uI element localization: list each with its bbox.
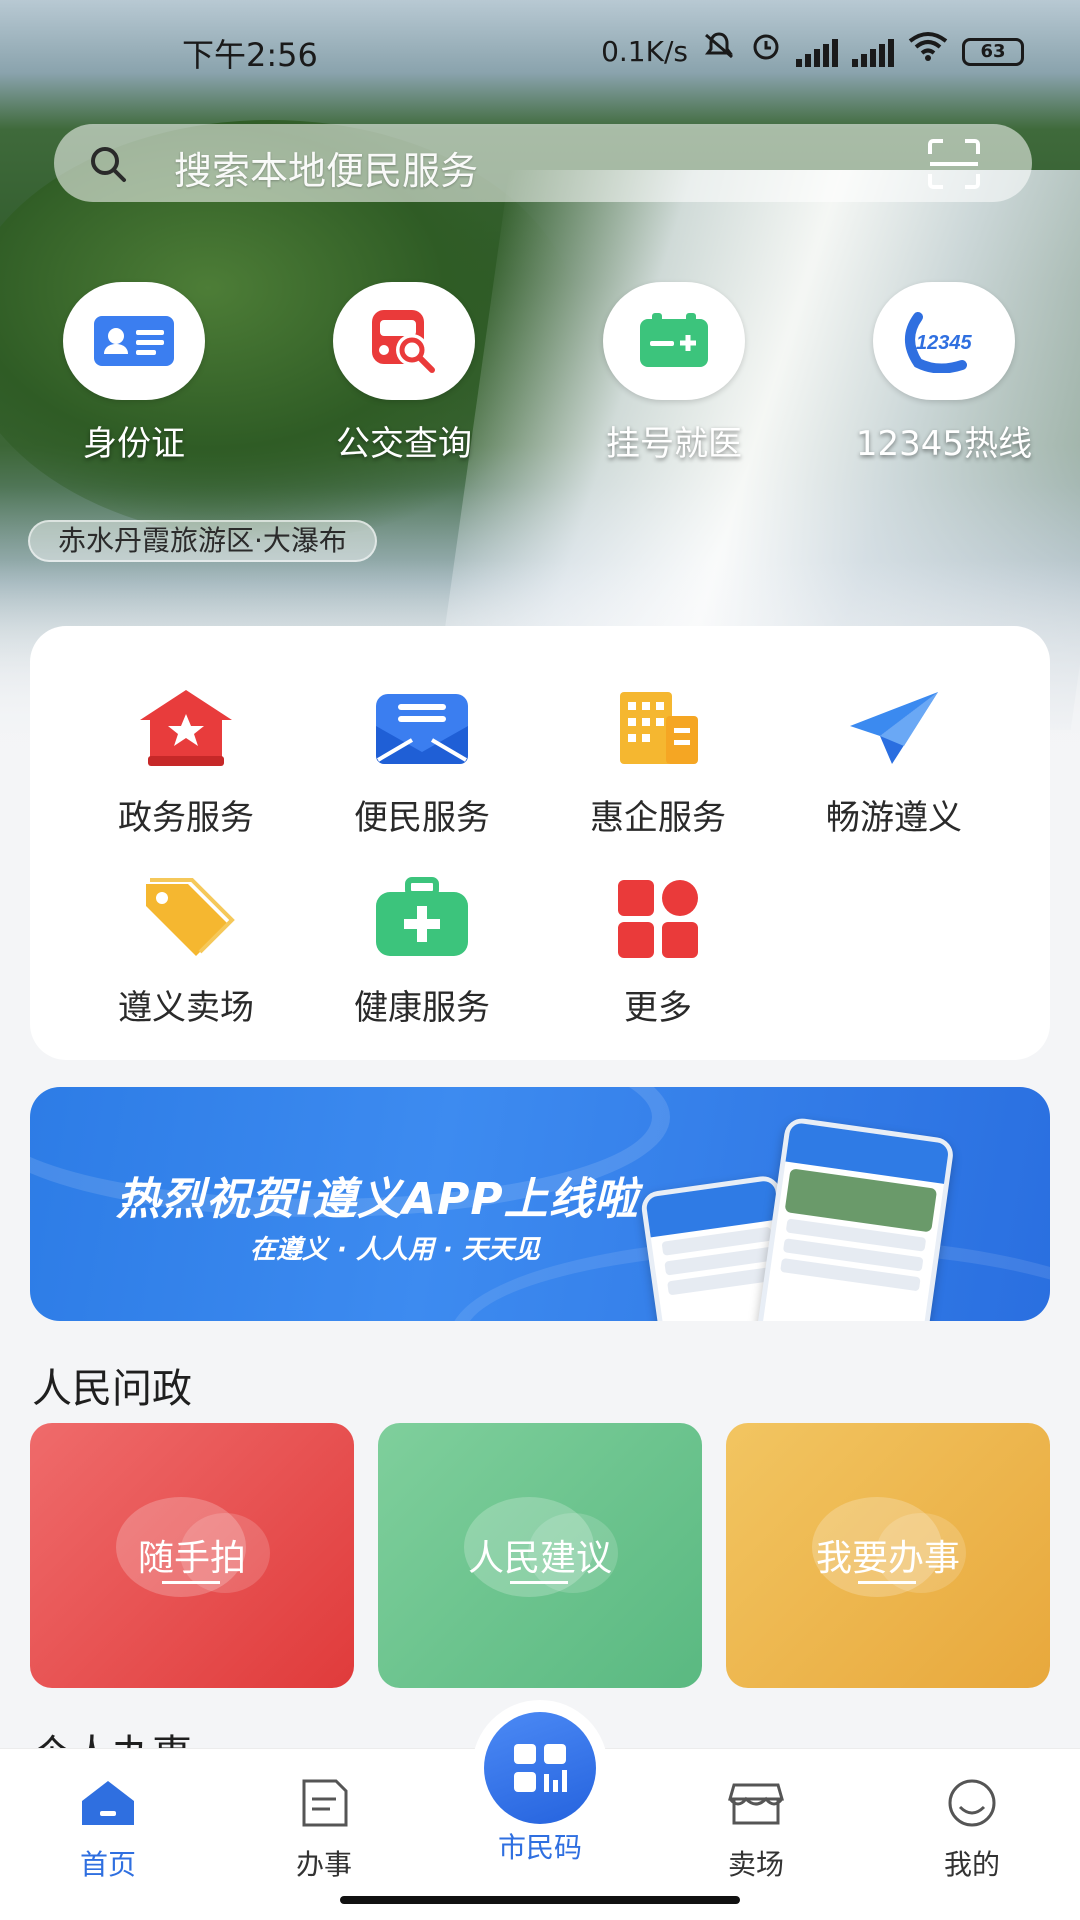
nav-profile[interactable]: 我的 <box>892 1777 1052 1883</box>
section-title-people: 人民问政 <box>32 1366 192 1412</box>
card-label: 随手拍 <box>137 1538 246 1579</box>
service-label: 畅游遵义 <box>826 798 962 838</box>
service-health[interactable]: 健康服务 <box>304 876 540 1029</box>
id-card-icon <box>63 282 205 400</box>
citizen-code-icon <box>484 1712 596 1824</box>
phone-mockup-front <box>754 1116 956 1321</box>
service-label: 政务服务 <box>118 798 254 838</box>
card-underline <box>858 1581 916 1584</box>
quick-id-card[interactable]: 身份证 <box>34 282 234 465</box>
promo-banner[interactable]: 热烈祝贺i遵义APP上线啦 在遵义 · 人人用 · 天天见 <box>30 1087 1050 1321</box>
hotline-12345-icon: 12345 <box>873 282 1015 400</box>
status-bar: 下午2:56 0.1K/s 63 <box>0 0 1080 100</box>
quick-bus-search[interactable]: 公交查询 <box>304 282 504 465</box>
service-government[interactable]: 政务服务 <box>68 686 304 839</box>
building-icon <box>620 692 698 764</box>
mail-icon <box>376 694 468 764</box>
search-input[interactable]: 搜索本地便民服务 <box>174 140 478 195</box>
card-label: 我要办事 <box>815 1538 960 1579</box>
nav-store[interactable]: 卖场 <box>676 1777 836 1883</box>
card-suggestion[interactable]: 人民建议 <box>378 1423 702 1688</box>
service-more[interactable]: 更多 <box>540 876 776 1029</box>
card-underline <box>162 1581 220 1584</box>
nav-label: 办事 <box>295 1848 352 1881</box>
nav-label: 卖场 <box>727 1848 784 1881</box>
paper-plane-icon <box>850 692 938 764</box>
net-speed: 0.1K/s <box>601 34 688 68</box>
service-label: 更多 <box>624 988 692 1028</box>
service-enterprise[interactable]: 惠企服务 <box>540 686 776 839</box>
nav-citizen-code[interactable] <box>472 1700 608 1836</box>
quick-medical[interactable]: 挂号就医 <box>574 282 774 465</box>
service-label: 惠企服务 <box>590 798 726 838</box>
scan-icon[interactable] <box>926 138 982 190</box>
profile-icon <box>948 1779 996 1827</box>
store-icon <box>728 1783 784 1825</box>
quick-label: 挂号就医 <box>606 424 742 464</box>
service-label: 便民服务 <box>354 798 490 838</box>
status-time: 下午2:56 <box>182 36 318 74</box>
nav-home[interactable]: 首页 <box>28 1777 188 1883</box>
quick-label: 身份证 <box>83 424 185 464</box>
medical-kit-icon <box>376 877 468 956</box>
medical-card-icon <box>603 282 745 400</box>
alarm-icon <box>750 30 782 73</box>
service-convenience[interactable]: 便民服务 <box>304 686 540 839</box>
service-label: 健康服务 <box>354 988 490 1028</box>
government-icon <box>140 690 232 766</box>
bus-search-icon <box>333 282 475 400</box>
wifi-icon <box>908 31 948 72</box>
more-grid-icon <box>618 880 698 958</box>
quick-label: 12345热线 <box>855 424 1033 464</box>
nav-label: 我的 <box>943 1848 1000 1881</box>
status-right: 0.1K/s 63 <box>601 30 1024 73</box>
search-icon <box>91 147 126 182</box>
quick-hotline[interactable]: 12345 12345热线 <box>844 282 1044 465</box>
card-label: 人民建议 <box>467 1538 612 1579</box>
card-handle-affairs[interactable]: 我要办事 <box>726 1423 1050 1688</box>
nav-label-citizen-code: 市民码 <box>497 1831 582 1864</box>
banner-subtitle: 在遵义 · 人人用 · 天天见 <box>250 1235 540 1265</box>
price-tag-icon <box>146 878 235 956</box>
search-bar[interactable]: 搜索本地便民服务 <box>54 124 1032 202</box>
card-underline <box>510 1581 568 1584</box>
battery-icon: 63 <box>962 37 1024 66</box>
service-travel[interactable]: 畅游遵义 <box>776 686 1012 839</box>
document-icon <box>302 1779 348 1827</box>
nav-services[interactable]: 办事 <box>244 1777 404 1883</box>
signal-hd-1-icon <box>796 37 838 67</box>
hotline-badge-text: 12345 <box>916 332 972 354</box>
service-market[interactable]: 遵义卖场 <box>68 876 304 1029</box>
location-tag: 赤水丹霞旅游区·大瀑布 <box>28 520 377 562</box>
nav-label: 首页 <box>79 1848 136 1881</box>
card-snapshot[interactable]: 随手拍 <box>30 1423 354 1688</box>
banner-title: 热烈祝贺i遵义APP上线啦 <box>116 1174 639 1225</box>
quick-actions: 身份证 公交查询 挂号就医 12345 12345热线 <box>0 282 1080 465</box>
service-grid: 政务服务 便民服务 惠企服务 畅游遵义 遵义卖场 健康服务 更多 <box>30 626 1050 1060</box>
service-label: 遵义卖场 <box>118 988 254 1028</box>
home-icon <box>82 1781 134 1825</box>
quick-label: 公交查询 <box>336 424 472 464</box>
signal-hd-2-icon <box>852 37 894 67</box>
home-indicator <box>340 1896 740 1904</box>
mute-bell-icon <box>702 31 736 72</box>
